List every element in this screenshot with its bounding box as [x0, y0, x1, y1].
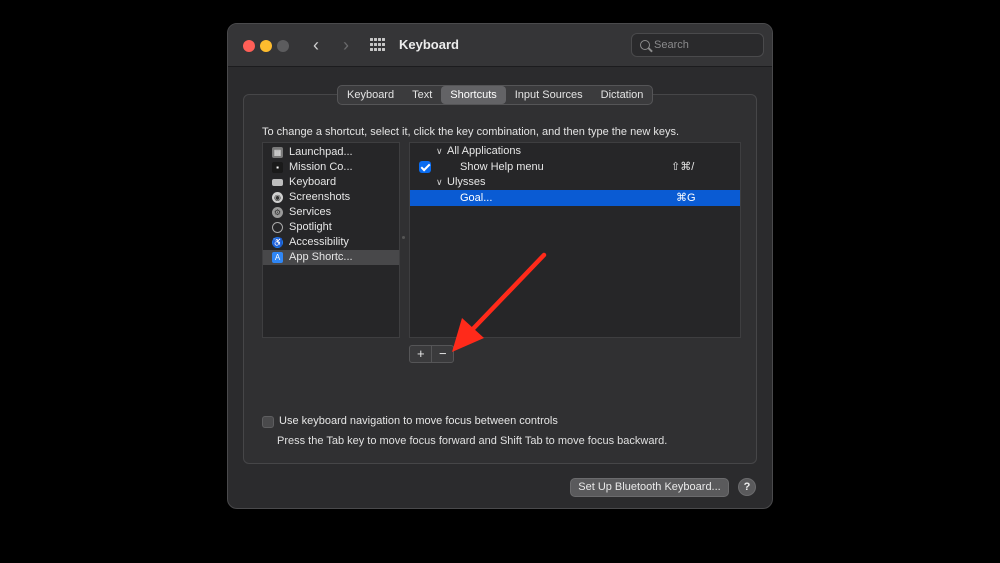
keyboard-preferences-window: ‹ › Keyboard Keyboard Text Shortcuts Inp… — [227, 23, 773, 509]
disclosure-chevron-down-icon[interactable]: ∨ — [436, 174, 443, 190]
services-gear-icon: ⚙ — [272, 207, 283, 218]
forward-chevron-icon[interactable]: › — [336, 34, 356, 56]
search-icon — [640, 40, 650, 50]
search-field[interactable] — [631, 33, 764, 57]
accessibility-icon: ♿ — [272, 237, 283, 248]
category-screenshots[interactable]: ◉ Screenshots — [263, 190, 399, 205]
tab-input-sources[interactable]: Input Sources — [506, 86, 592, 104]
shortcut-row-show-help-menu[interactable]: Show Help menu ⇧⌘/ — [410, 159, 740, 175]
category-accessibility[interactable]: ♿ Accessibility — [263, 235, 399, 250]
instructions-text: To change a shortcut, select it, click t… — [262, 126, 680, 138]
app-shortcuts-icon: A — [272, 252, 283, 263]
setup-bluetooth-keyboard-button[interactable]: Set Up Bluetooth Keyboard... — [570, 478, 729, 497]
disclosure-chevron-down-icon[interactable]: ∨ — [436, 143, 443, 159]
titlebar: ‹ › Keyboard — [228, 24, 772, 67]
back-chevron-icon[interactable]: ‹ — [306, 34, 326, 56]
keyboard-icon — [272, 179, 283, 186]
keyboard-navigation-help-text: Press the Tab key to move focus forward … — [277, 435, 668, 447]
help-button[interactable]: ? — [738, 478, 756, 496]
category-label: Keyboard — [289, 176, 337, 188]
add-shortcut-button[interactable]: + — [410, 346, 431, 362]
shortcuts-list: ∨ All Applications Show Help menu ⇧⌘/ ∨ … — [409, 142, 741, 338]
remove-shortcut-button[interactable]: − — [431, 346, 453, 362]
launchpad-icon: ▦ — [272, 147, 283, 158]
shortcut-label: Show Help menu — [460, 161, 544, 173]
category-mission-control[interactable]: ▪ Mission Co... — [263, 160, 399, 175]
close-button[interactable] — [243, 40, 255, 52]
category-keyboard[interactable]: Keyboard — [263, 175, 399, 190]
category-label: App Shortc... — [289, 251, 353, 263]
shortcut-label: Goal... — [460, 192, 493, 204]
minimize-button[interactable] — [260, 40, 272, 52]
category-label: Spotlight — [289, 221, 332, 233]
keyboard-navigation-checkbox[interactable] — [262, 416, 274, 428]
category-label: Services — [289, 206, 332, 218]
group-label: Ulysses — [447, 176, 486, 188]
tab-bar: Keyboard Text Shortcuts Input Sources Di… — [337, 85, 654, 105]
group-ulysses[interactable]: ∨ Ulysses — [410, 174, 740, 190]
screenshots-icon: ◉ — [272, 192, 283, 203]
tab-keyboard[interactable]: Keyboard — [338, 86, 403, 104]
group-all-applications[interactable]: ∨ All Applications — [410, 143, 740, 159]
enabled-checkbox[interactable] — [419, 161, 431, 173]
split-view-divider-handle[interactable] — [402, 236, 405, 239]
add-remove-control: + − — [409, 345, 454, 363]
shortcut-keys[interactable]: ⌘G — [676, 190, 696, 206]
category-spotlight[interactable]: Spotlight — [263, 220, 399, 235]
category-label: Screenshots — [289, 191, 351, 203]
keyboard-navigation-label[interactable]: Use keyboard navigation to move focus be… — [279, 415, 558, 427]
group-label: All Applications — [447, 145, 521, 157]
spotlight-icon — [272, 222, 283, 233]
category-label: Mission Co... — [289, 161, 353, 173]
category-app-shortcuts[interactable]: A App Shortc... — [263, 250, 399, 265]
zoom-button[interactable] — [277, 40, 289, 52]
tab-dictation[interactable]: Dictation — [592, 86, 653, 104]
mission-control-icon: ▪ — [272, 162, 283, 173]
category-label: Launchpad... — [289, 146, 353, 158]
show-all-grid-icon[interactable] — [370, 38, 386, 52]
shortcut-categories-list: ▦ Launchpad... ▪ Mission Co... Keyboard … — [262, 142, 400, 338]
tab-shortcuts[interactable]: Shortcuts — [441, 86, 506, 104]
search-input[interactable] — [654, 37, 754, 53]
window-title: Keyboard — [399, 37, 459, 52]
tab-text[interactable]: Text — [403, 86, 441, 104]
shortcut-keys[interactable]: ⇧⌘/ — [671, 159, 694, 175]
category-label: Accessibility — [289, 236, 349, 248]
shortcut-row-goal[interactable]: Goal... ⌘G — [410, 190, 740, 206]
category-services[interactable]: ⚙ Services — [263, 205, 399, 220]
category-launchpad[interactable]: ▦ Launchpad... — [263, 145, 399, 160]
